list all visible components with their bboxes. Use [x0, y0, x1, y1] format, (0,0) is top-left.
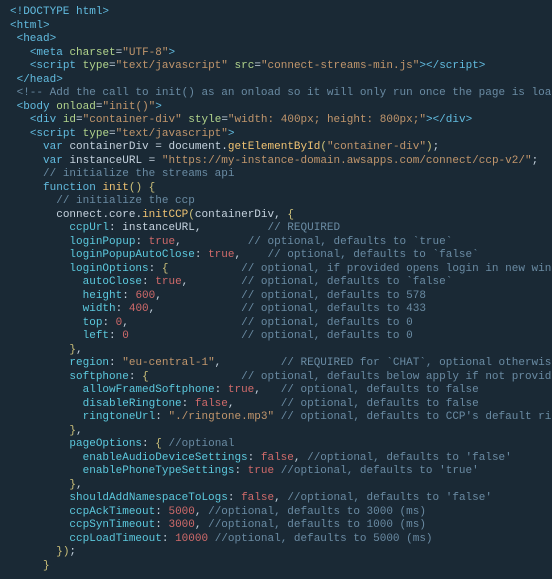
comment: // optional, defaults to 0 [241, 317, 413, 329]
div-style: width: 400px; height: 800px; [235, 114, 420, 126]
script-type: text/javascript [122, 60, 221, 72]
value: 3000 [168, 519, 194, 531]
comment: // REQUIRED for `CHAT`, optional otherwi… [281, 357, 552, 369]
comment: // optional, defaults to 578 [241, 290, 426, 302]
tag: </head> [17, 74, 63, 86]
value: 5000 [168, 506, 194, 518]
comment: // optional, defaults to `false` [241, 276, 452, 288]
value: true [208, 249, 234, 261]
comment: // optional, defaults to `false` [267, 249, 478, 261]
comment: //optional, defaults to 'true' [281, 465, 479, 477]
script-src: connect-streams-min.js [268, 60, 413, 72]
value: 0 [122, 330, 129, 342]
comment: //optional, defaults to 'false' [307, 452, 512, 464]
comment: // optional, defaults to false [281, 384, 479, 396]
value: 600 [135, 290, 155, 302]
comment: //optional, defaults to 'false' [287, 492, 492, 504]
body-onload: init() [109, 101, 149, 113]
comment: //optional, defaults to 1000 (ms) [208, 519, 426, 531]
value: instanceURL [122, 222, 195, 234]
value: 10000 [175, 533, 208, 545]
value: "./ringtone.mp3" [168, 411, 274, 423]
tag: <head> [17, 33, 57, 45]
var-name: containerDiv [69, 141, 148, 153]
comment: // optional, defaults below apply if not… [241, 371, 552, 383]
value: true [248, 465, 274, 477]
comment: // optional, defaults to 0 [241, 330, 413, 342]
comment: // initialize the streams api [43, 168, 234, 180]
tag: <html> [10, 20, 50, 32]
comment: <!-- Add the call to init() as an onload… [17, 87, 552, 99]
tag: <!DOCTYPE html> [10, 6, 109, 18]
comment: // initialize the ccp [56, 195, 195, 207]
comment: // optional, defaults to CCP's default r… [281, 411, 552, 423]
div-id: container-div [89, 114, 175, 126]
value: 400 [129, 303, 149, 315]
comment: //optional [168, 438, 234, 450]
var-name: instanceURL [69, 155, 142, 167]
meta-charset: UTF-8 [129, 47, 162, 59]
value: "eu-central-1" [122, 357, 214, 369]
fn-name: init [102, 182, 128, 194]
value: true [155, 276, 181, 288]
value: false [261, 452, 294, 464]
comment: // optional, defaults to 433 [241, 303, 426, 315]
value: true [149, 236, 175, 248]
value: false [241, 492, 274, 504]
code-block: <!DOCTYPE html> <html> <head> <meta char… [0, 0, 552, 579]
value: false [195, 398, 228, 410]
value: true [228, 384, 254, 396]
comment: // optional, defaults to `true` [248, 236, 453, 248]
script-type: text/javascript [122, 128, 221, 140]
comment: //optional, defaults to 3000 (ms) [208, 506, 426, 518]
instance-url: "https://my-instance-domain.awsapps.com/… [162, 155, 532, 167]
comment: // REQUIRED [268, 222, 341, 234]
comment: // optional, defaults to false [281, 398, 479, 410]
comment: // optional, if provided opens login in … [241, 263, 552, 275]
comment: //optional, defaults to 5000 (ms) [215, 533, 433, 545]
